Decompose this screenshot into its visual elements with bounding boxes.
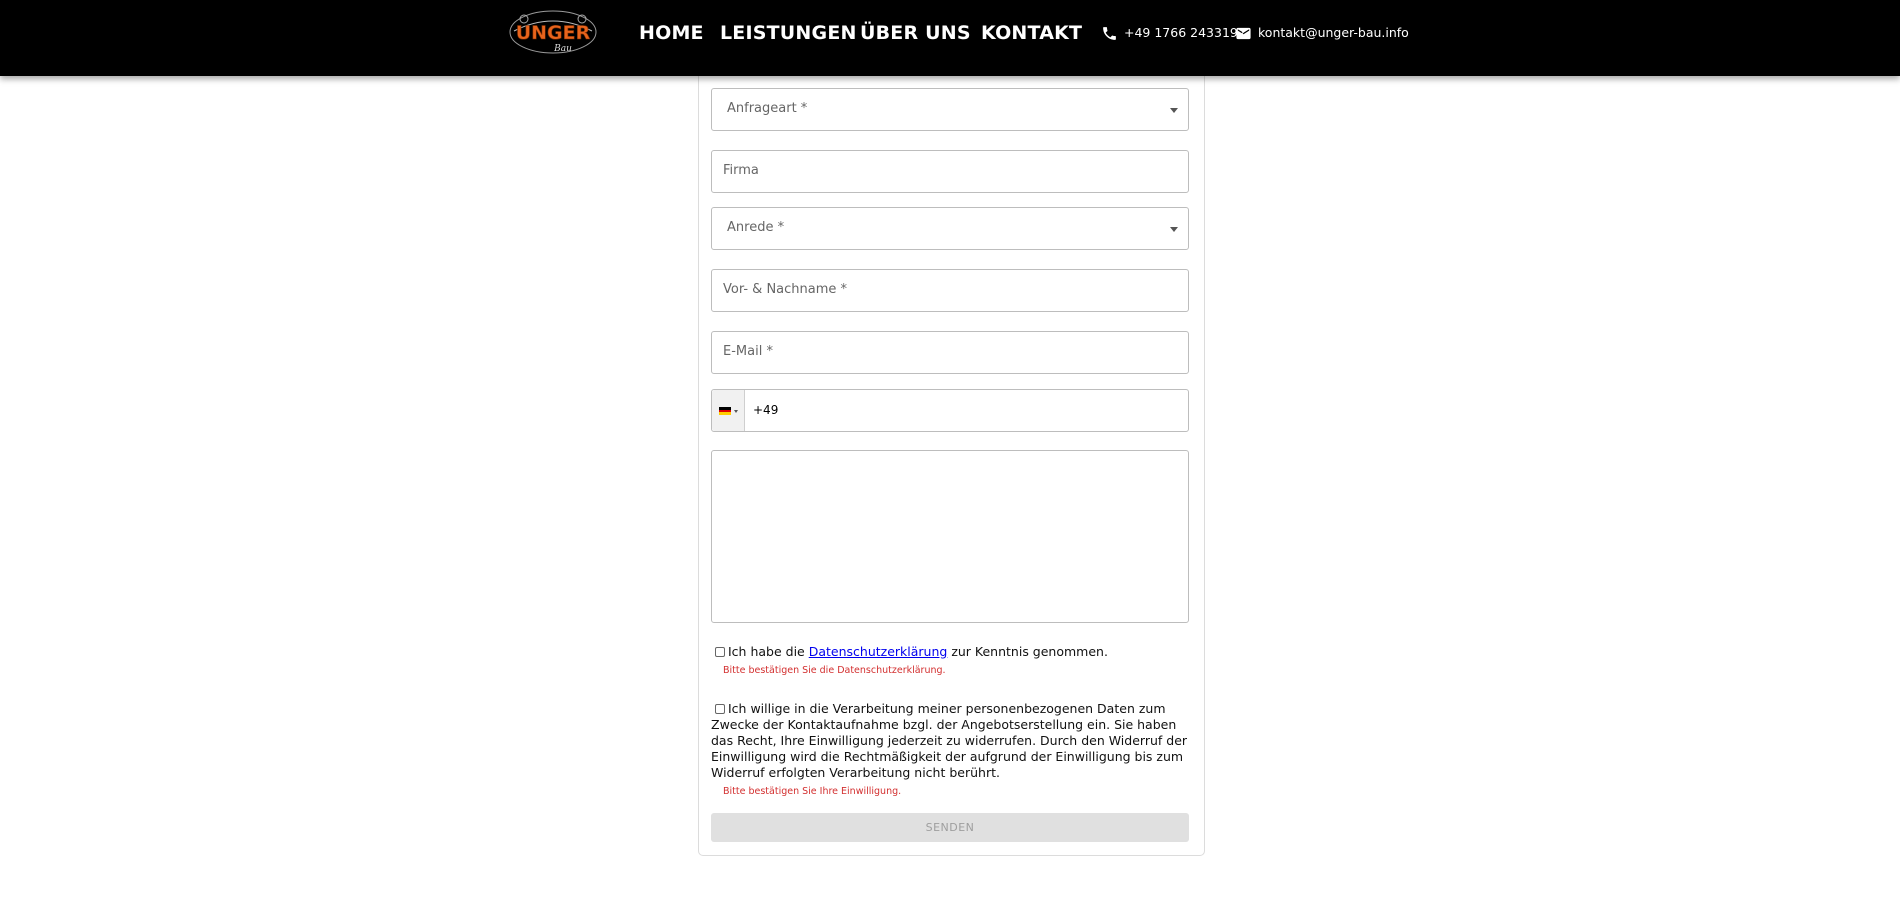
site-header: UNGER Bau HOME LEISTUNGEN ÜBER UNS KONTA… xyxy=(0,0,1900,76)
send-button[interactable]: SENDEN xyxy=(711,813,1189,842)
privacy-policy-link[interactable]: Datenschutzerklärung xyxy=(809,644,948,659)
privacy-prefix: Ich habe die xyxy=(728,644,809,659)
email-input[interactable]: E-Mail * xyxy=(711,331,1189,374)
inquiry-type-select[interactable]: Anfrageart * xyxy=(711,88,1189,131)
country-selector[interactable] xyxy=(712,390,745,431)
phone-number: +49 1766 2433192 xyxy=(1124,25,1246,40)
consent-error: Bitte bestätigen Sie Ihre Einwilligung. xyxy=(723,786,902,797)
privacy-error: Bitte bestätigen Sie die Datenschutzerkl… xyxy=(723,665,946,676)
logo-subtext: Bau xyxy=(553,44,572,54)
chevron-down-icon xyxy=(1170,108,1178,113)
name-placeholder: Vor- & Nachname * xyxy=(723,282,848,297)
nav-home[interactable]: HOME xyxy=(639,22,704,44)
phone-value: +49 xyxy=(753,403,779,417)
name-input[interactable]: Vor- & Nachname * xyxy=(711,269,1189,312)
nav-kontakt[interactable]: KONTAKT xyxy=(981,22,1082,44)
unger-logo[interactable]: UNGER Bau xyxy=(508,9,598,55)
email-address: kontakt@unger-bau.info xyxy=(1258,25,1409,40)
phone-icon xyxy=(1103,26,1116,40)
mail-icon xyxy=(1236,27,1251,39)
inquiry-type-placeholder: Anfrageart * xyxy=(727,101,808,116)
phone-input[interactable]: +49 xyxy=(711,389,1189,432)
salutation-placeholder: Anrede * xyxy=(727,220,785,235)
message-textarea[interactable] xyxy=(711,450,1189,623)
privacy-suffix: zur Kenntnis genommen. xyxy=(947,644,1108,659)
privacy-consent-label: Ich habe die Datenschutzerklärung zur Ke… xyxy=(728,644,1188,660)
email-link[interactable]: kontakt@unger-bau.info xyxy=(1235,24,1409,42)
phone-link[interactable]: +49 1766 2433192 xyxy=(1101,24,1246,42)
email-placeholder: E-Mail * xyxy=(723,344,773,359)
salutation-select[interactable]: Anrede * xyxy=(711,207,1189,250)
nav-leistungen[interactable]: LEISTUNGEN xyxy=(720,22,857,44)
logo-wordmark: UNGER xyxy=(516,22,591,44)
germany-flag-icon xyxy=(719,407,731,415)
chevron-down-icon xyxy=(734,410,738,413)
company-placeholder: Firma xyxy=(723,163,759,178)
nav-ueber-uns[interactable]: ÜBER UNS xyxy=(860,22,971,44)
company-input[interactable]: Firma xyxy=(711,150,1189,193)
data-consent-label: Ich willige in die Verarbeitung meiner p… xyxy=(711,701,1188,780)
privacy-checkbox[interactable] xyxy=(715,647,725,657)
chevron-down-icon xyxy=(1170,227,1178,232)
